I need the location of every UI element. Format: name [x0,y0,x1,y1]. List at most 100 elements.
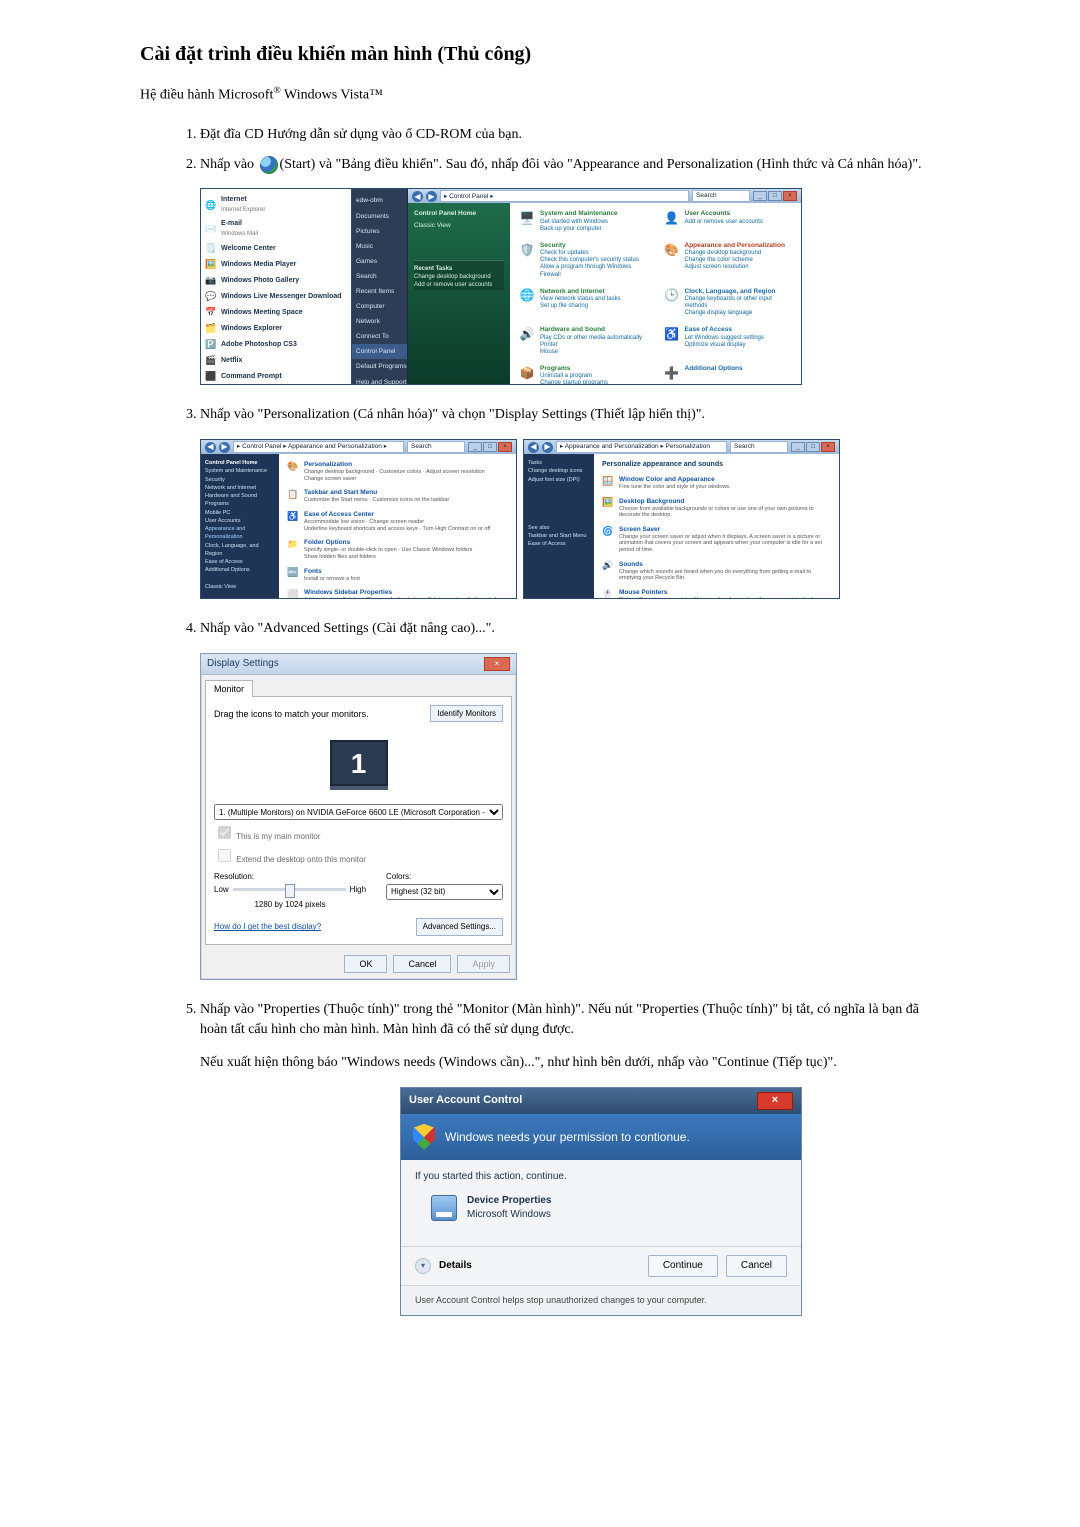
monitor-select[interactable]: 1. (Multiple Monitors) on NVIDIA GeForce… [214,804,503,820]
breadcrumb[interactable]: ▸ Control Panel ▸ [440,190,689,202]
appearance-task[interactable]: ♿Ease of Access CenterAccommodate low vi… [287,510,508,532]
apply-button[interactable]: Apply [457,955,510,974]
left-nav-item[interactable]: Mobile PC [205,509,275,517]
close-icon[interactable]: × [757,1092,793,1110]
nav-forward-icon[interactable]: ▶ [542,442,553,453]
control-panel-category[interactable]: 🖥️System and MaintenanceGet started with… [518,209,649,232]
left-nav-item[interactable]: Security [205,476,275,484]
start-menu-place[interactable]: Search [352,269,407,284]
start-menu-item[interactable]: 🖼️Windows Media Player [205,257,347,273]
recent-task-1[interactable]: Change desktop background [414,273,504,281]
start-menu-item[interactable]: ✉️E-mailWindows Mail [205,217,347,241]
appearance-task[interactable]: 📋Taskbar and Start MenuCustomize the Sta… [287,488,508,504]
start-menu-item[interactable]: 📅Windows Meeting Space [205,305,347,321]
start-menu-place[interactable]: edw-obm [352,193,407,208]
personalization-task[interactable]: 🔊SoundsChange which sounds are heard whe… [602,560,831,582]
main-monitor-checkbox[interactable]: This is my main monitor [214,823,503,842]
appearance-task[interactable]: 🔤FontsInstall or remove a font [287,567,508,583]
minimize-button[interactable]: _ [468,442,482,452]
left-nav-item[interactable]: Additional Options [205,566,275,574]
appearance-task[interactable]: 🎨PersonalizationChange desktop backgroun… [287,460,508,482]
advanced-settings-button[interactable]: Advanced Settings... [416,918,503,935]
identify-monitors-button[interactable]: Identify Monitors [430,705,503,722]
control-panel-category[interactable]: 🛡️SecurityCheck for updatesCheck this co… [518,241,649,279]
close-icon[interactable]: × [484,657,510,671]
slider-thumb-icon[interactable] [285,884,295,898]
tasks-nav-item[interactable]: Change desktop icons [528,467,590,475]
personalization-task[interactable]: 🌀Screen SaverChange your screen saver or… [602,525,831,554]
start-menu-place[interactable]: Default Programs [352,359,407,374]
start-menu-place[interactable]: Help and Support [352,375,407,386]
tasks-nav-item[interactable]: Adjust font size (DPI) [528,476,590,484]
left-nav-home[interactable]: Control Panel Home [414,209,504,218]
left-nav-item[interactable]: Appearance and Personalization [205,525,275,542]
start-menu-place[interactable]: Music [352,239,407,254]
extend-desktop-checkbox[interactable]: Extend the desktop onto this monitor [214,846,503,865]
start-menu-item[interactable]: 🗒️Welcome Center [205,241,347,257]
chevron-down-icon[interactable]: ▾ [415,1258,431,1274]
best-display-link[interactable]: How do I get the best display? [214,921,321,932]
maximize-button[interactable]: □ [483,442,497,452]
personalization-task[interactable]: 🖱️Mouse PointersPick a different mouse p… [602,588,831,598]
recent-task-2[interactable]: Add or remove user accounts [414,281,504,289]
see-also-item[interactable]: Ease of Access [528,540,590,548]
left-nav-item[interactable]: Hardware and Sound [205,492,275,500]
appearance-task[interactable]: ⬜Windows Sidebar PropertiesAdd gadgets t… [287,588,508,598]
breadcrumb[interactable]: ▸ Appearance and Personalization ▸ Perso… [556,441,727,453]
left-nav-item[interactable]: User Accounts [205,517,275,525]
breadcrumb[interactable]: ▸ Control Panel ▸ Appearance and Persona… [233,441,404,453]
personalization-task[interactable]: 🪟Window Color and AppearanceFine tune th… [602,475,831,491]
start-menu-place[interactable]: Recent Items [352,284,407,299]
cancel-button[interactable]: Cancel [393,955,451,974]
close-button[interactable]: × [783,191,797,201]
window-search-input[interactable]: Search [692,190,750,202]
nav-back-icon[interactable]: ◀ [528,442,539,453]
appearance-task[interactable]: 📁Folder OptionsSpecify single- or double… [287,538,508,560]
start-menu-place[interactable]: Pictures [352,224,407,239]
left-nav-item[interactable]: Clock, Language, and Region [205,542,275,559]
left-nav-item[interactable]: Ease of Access [205,558,275,566]
minimize-button[interactable]: _ [791,442,805,452]
continue-button[interactable]: Continue [648,1255,718,1277]
start-menu-item[interactable]: 🗂️Windows Explorer [205,321,347,337]
left-nav-home[interactable]: Control Panel Home [205,459,275,467]
colors-select[interactable]: Highest (32 bit) [386,884,503,900]
control-panel-category[interactable]: 👤User AccountsAdd or remove user account… [663,209,794,232]
start-menu-place[interactable]: Games [352,254,407,269]
left-nav-item[interactable]: Programs [205,500,275,508]
close-button[interactable]: × [821,442,835,452]
nav-forward-icon[interactable]: ▶ [219,442,230,453]
details-toggle[interactable]: Details [439,1259,472,1273]
cancel-button[interactable]: Cancel [726,1255,787,1277]
control-panel-category[interactable]: 🕒Clock, Language, and RegionChange keybo… [663,287,794,318]
window-search-input[interactable]: Search [407,441,465,453]
ok-button[interactable]: OK [344,955,387,974]
start-menu-item[interactable]: 📷Windows Photo Gallery [205,273,347,289]
close-button[interactable]: × [498,442,512,452]
start-menu-place[interactable]: Connect To [352,329,407,344]
start-menu-place[interactable]: Network [352,314,407,329]
minimize-button[interactable]: _ [753,191,767,201]
window-search-input[interactable]: Search [730,441,788,453]
start-menu-item[interactable]: 🎬Netflix [205,353,347,369]
nav-forward-icon[interactable]: ▶ [426,191,437,202]
start-menu-place[interactable]: Computer [352,299,407,314]
start-menu-item[interactable]: 🌐InternetInternet Explorer [205,193,347,217]
control-panel-category[interactable]: ♿Ease of AccessLet Windows suggest setti… [663,325,794,356]
nav-back-icon[interactable]: ◀ [205,442,216,453]
control-panel-category[interactable]: 🔊Hardware and SoundPlay CDs or other med… [518,325,649,356]
start-menu-place[interactable]: Control Panel [352,344,407,359]
see-also-item[interactable]: Taskbar and Start Menu [528,532,590,540]
left-nav-item[interactable]: System and Maintenance [205,467,275,475]
nav-back-icon[interactable]: ◀ [412,191,423,202]
control-panel-category[interactable]: 🎨Appearance and PersonalizationChange de… [663,241,794,279]
left-nav-item[interactable]: Network and Internet [205,484,275,492]
control-panel-category[interactable]: ➕Additional Options [663,364,794,384]
start-menu-item[interactable]: ⬛Command Prompt [205,369,347,385]
tab-monitor[interactable]: Monitor [205,680,253,698]
start-menu-place[interactable]: Documents [352,209,407,224]
control-panel-category[interactable]: 📦ProgramsUninstall a programChange start… [518,364,649,384]
start-menu-item[interactable]: 🅿️Adobe Photoshop CS3 [205,337,347,353]
start-menu-item[interactable]: 💬Windows Live Messenger Download [205,289,347,305]
maximize-button[interactable]: □ [768,191,782,201]
